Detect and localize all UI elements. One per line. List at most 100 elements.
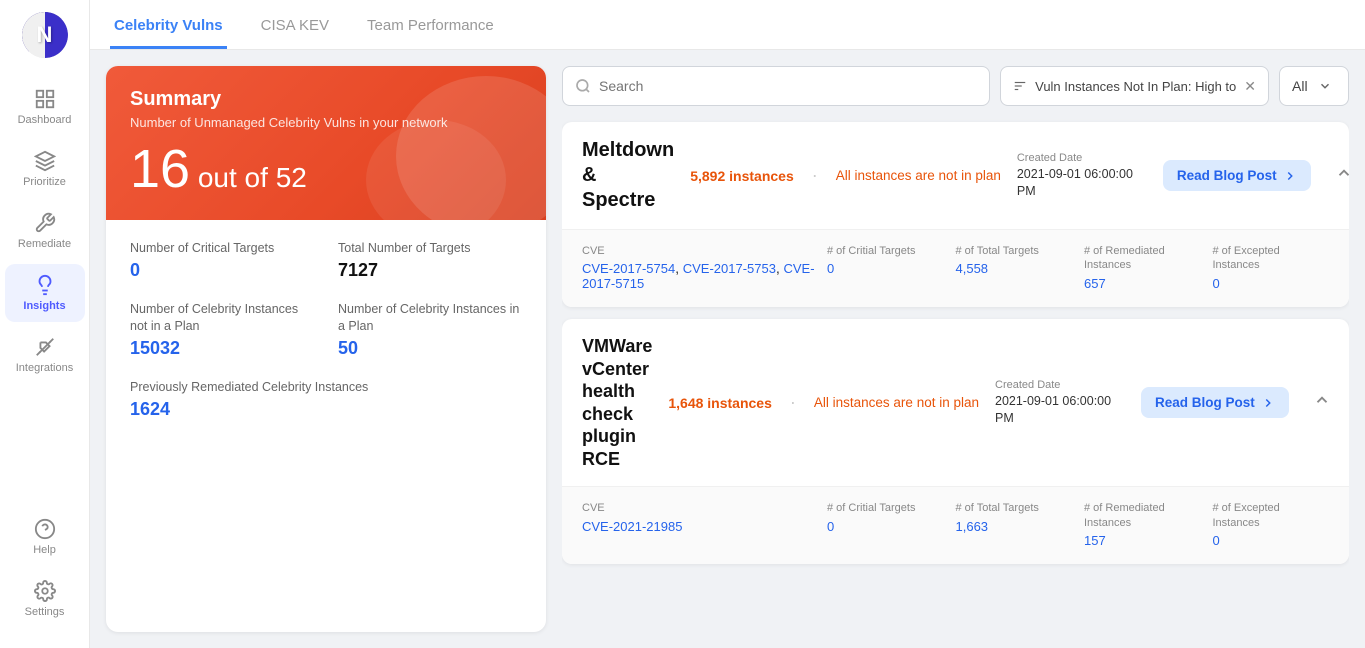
sidebar: N Dashboard Prioritize Remediate Insight… <box>0 0 90 648</box>
stat-instances-not-in-plan-label: Number of Celebrity Instances not in a P… <box>130 301 314 334</box>
vuln-meltdown-excepted: # of Excepted Instances 0 <box>1213 244 1330 291</box>
vuln-vmware-all-instances-link[interactable]: All instances are not in plan <box>814 395 979 410</box>
tab-celebrity-vulns[interactable]: Celebrity Vulns <box>110 5 227 49</box>
meltdown-remediated-value[interactable]: 657 <box>1084 276 1106 291</box>
chevron-up-icon <box>1335 164 1349 182</box>
vuln-meltdown-critical-targets: # of Critial Targets 0 <box>827 244 944 276</box>
sidebar-item-prioritize[interactable]: Prioritize <box>5 140 85 198</box>
stat-instances-not-in-plan-value[interactable]: 15032 <box>130 338 180 358</box>
vuln-vmware-remediated: # of Remediated Instances 157 <box>1084 501 1201 548</box>
sidebar-item-insights[interactable]: Insights <box>5 264 85 322</box>
stat-instances-in-plan-value[interactable]: 50 <box>338 338 358 358</box>
vmware-critical-targets-value[interactable]: 0 <box>827 519 834 534</box>
sidebar-item-remediate[interactable]: Remediate <box>5 202 85 260</box>
chevron-right-icon <box>1283 169 1297 183</box>
vuln-divider-2: · <box>790 392 796 413</box>
sidebar-item-help-label: Help <box>33 544 56 556</box>
vuln-card-vmware: VMWare vCenter health check plugin RCE 1… <box>562 319 1349 564</box>
meltdown-total-targets-value[interactable]: 4,558 <box>956 261 989 276</box>
sidebar-bottom: Help Settings <box>0 508 89 636</box>
vuln-vmware-excepted: # of Excepted Instances 0 <box>1213 501 1330 548</box>
vmware-total-targets-value[interactable]: 1,663 <box>956 519 989 534</box>
tab-cisa-kev[interactable]: CISA KEV <box>257 5 333 49</box>
main-content: Celebrity Vulns CISA KEV Team Performanc… <box>90 0 1365 648</box>
summary-body: Number of Critical Targets 0 Total Numbe… <box>106 220 546 440</box>
cve-link-2017-5753[interactable]: CVE-2017-5753 <box>683 261 776 276</box>
right-panel: Vuln Instances Not In Plan: High to ✕ Al… <box>562 66 1349 632</box>
vuln-vmware-instances-link[interactable]: 1,648 instances <box>668 395 772 411</box>
layers-icon <box>34 150 56 172</box>
vuln-card-meltdown-spectre: Meltdown & Spectre 5,892 instances · All… <box>562 122 1349 307</box>
meltdown-excepted-value[interactable]: 0 <box>1213 276 1220 291</box>
filter-pill-label: Vuln Instances Not In Plan: High to <box>1035 79 1236 94</box>
filter-close-icon[interactable]: ✕ <box>1244 78 1256 95</box>
sidebar-item-settings[interactable]: Settings <box>5 570 85 628</box>
vuln-meltdown-all-instances-link[interactable]: All instances are not in plan <box>836 168 1001 183</box>
vuln-divider-1: · <box>812 165 818 186</box>
summary-title: Summary <box>130 88 522 111</box>
summary-count-display: 16 out of 52 <box>130 142 522 196</box>
lightbulb-icon <box>34 274 56 296</box>
vuln-vmware-header: VMWare vCenter health check plugin RCE 1… <box>562 319 1349 486</box>
vmware-remediated-value[interactable]: 157 <box>1084 533 1106 548</box>
grid-icon <box>34 88 56 110</box>
vuln-vmware-critical-targets: # of Critial Targets 0 <box>827 501 944 533</box>
stat-previously-remediated-value[interactable]: 1624 <box>130 399 170 419</box>
stat-instances-not-in-plan: Number of Celebrity Instances not in a P… <box>130 301 314 359</box>
read-blog-post-button-meltdown[interactable]: Read Blog Post <box>1163 160 1311 191</box>
cve-link-2017-5754[interactable]: CVE-2017-5754 <box>582 261 675 276</box>
stat-critical-targets-label: Number of Critical Targets <box>130 240 314 256</box>
plug-icon <box>34 336 56 358</box>
vuln-vmware-created-date: Created Date 2021-09-01 06:00:00 PM <box>995 379 1125 427</box>
stat-total-targets-label: Total Number of Targets <box>338 240 522 256</box>
collapse-meltdown-button[interactable] <box>1327 160 1349 191</box>
stat-instances-in-plan: Number of Celebrity Instances in a Plan … <box>338 301 522 359</box>
stat-previously-remediated: Previously Remediated Celebrity Instance… <box>130 379 522 420</box>
stat-critical-targets: Number of Critical Targets 0 <box>130 240 314 281</box>
all-dropdown-label: All <box>1292 78 1308 94</box>
collapse-vmware-button[interactable] <box>1305 387 1339 418</box>
cve-link-2021-21985[interactable]: CVE-2021-21985 <box>582 519 682 534</box>
sidebar-nav: Dashboard Prioritize Remediate Insights … <box>0 78 89 508</box>
all-dropdown[interactable]: All <box>1279 66 1349 106</box>
vuln-meltdown-header: Meltdown & Spectre 5,892 instances · All… <box>562 122 1349 229</box>
content-area: Summary Number of Unmanaged Celebrity Vu… <box>90 50 1365 648</box>
logo-letter: N <box>37 22 53 48</box>
sidebar-item-dashboard-label: Dashboard <box>18 114 72 126</box>
vuln-meltdown-created-date: Created Date 2021-09-01 06:00:00 PM <box>1017 152 1147 200</box>
read-blog-post-button-vmware[interactable]: Read Blog Post <box>1141 387 1289 418</box>
summary-header: Summary Number of Unmanaged Celebrity Vu… <box>106 66 546 220</box>
filter-bar: Vuln Instances Not In Plan: High to ✕ Al… <box>562 66 1349 106</box>
sidebar-item-dashboard[interactable]: Dashboard <box>5 78 85 136</box>
chevron-right-icon-2 <box>1261 396 1275 410</box>
vuln-vmware-cves: CVE CVE-2021-21985 <box>582 501 815 533</box>
sidebar-item-prioritize-label: Prioritize <box>23 176 66 188</box>
search-box[interactable] <box>562 66 990 106</box>
filter-pill[interactable]: Vuln Instances Not In Plan: High to ✕ <box>1000 66 1269 106</box>
stat-total-targets: Total Number of Targets 7127 <box>338 240 522 281</box>
vuln-meltdown-instances-link[interactable]: 5,892 instances <box>690 168 794 184</box>
stat-previously-remediated-label: Previously Remediated Celebrity Instance… <box>130 379 522 395</box>
gear-icon <box>34 580 56 602</box>
vuln-vmware-total-targets: # of Total Targets 1,663 <box>956 501 1073 533</box>
vuln-vmware-name: VMWare vCenter health check plugin RCE <box>582 335 652 470</box>
app-logo[interactable]: N <box>22 12 68 58</box>
sidebar-item-insights-label: Insights <box>23 300 65 312</box>
vuln-meltdown-remediated: # of Remediated Instances 657 <box>1084 244 1201 291</box>
meltdown-critical-targets-value[interactable]: 0 <box>827 261 834 276</box>
sidebar-item-integrations[interactable]: Integrations <box>5 326 85 384</box>
sort-icon <box>1013 79 1027 93</box>
sidebar-item-integrations-label: Integrations <box>16 362 73 374</box>
tab-team-performance[interactable]: Team Performance <box>363 5 498 49</box>
summary-card: Summary Number of Unmanaged Celebrity Vu… <box>106 66 546 632</box>
vmware-excepted-value[interactable]: 0 <box>1213 533 1220 548</box>
sidebar-item-help[interactable]: Help <box>5 508 85 566</box>
stat-critical-targets-value[interactable]: 0 <box>130 260 140 280</box>
vuln-vmware-details: CVE CVE-2021-21985 # of Critial Targets … <box>562 486 1349 564</box>
sidebar-item-remediate-label: Remediate <box>18 238 71 250</box>
stat-instances-in-plan-label: Number of Celebrity Instances in a Plan <box>338 301 522 334</box>
vuln-meltdown-details: CVE CVE-2017-5754, CVE-2017-5753, CVE-20… <box>562 229 1349 307</box>
chevron-up-icon-2 <box>1313 391 1331 409</box>
wrench-icon <box>34 212 56 234</box>
search-input[interactable] <box>599 78 977 94</box>
